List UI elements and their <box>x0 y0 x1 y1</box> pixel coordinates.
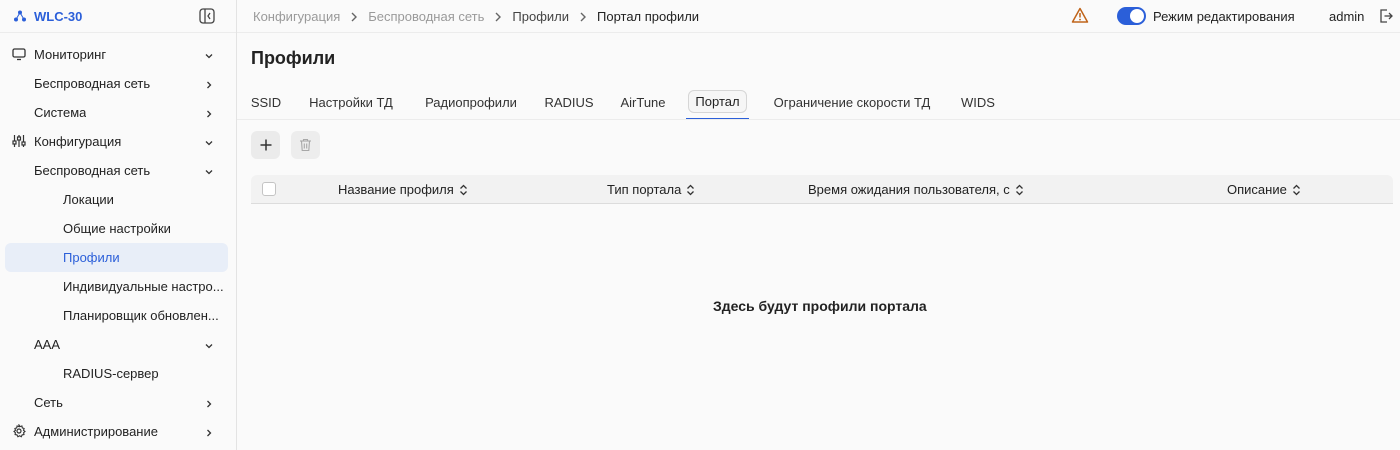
empty-state-message: Здесь будут профили портала <box>713 298 927 314</box>
sidebar-nav: Мониторинг Беспроводная сеть Система Кон… <box>0 33 236 446</box>
plus-icon <box>260 139 271 151</box>
chevron-right-icon <box>204 107 214 118</box>
username[interactable]: admin <box>1329 9 1364 24</box>
page-title: Профили <box>251 48 336 68</box>
tab-portal[interactable]: Портал <box>686 85 749 119</box>
sidebar-item-label: Общие настройки <box>63 221 171 236</box>
app-title: WLC-30 <box>34 8 83 24</box>
warning-icon[interactable] <box>1071 7 1089 24</box>
breadcrumb: Конфигурация Беспроводная сеть Профили П… <box>253 0 699 33</box>
logout-icon[interactable] <box>1378 8 1394 24</box>
edit-mode-toggle[interactable] <box>1117 7 1146 25</box>
network-logo-icon <box>13 9 27 23</box>
sort-icon <box>459 184 467 195</box>
sort-icon <box>1015 184 1023 195</box>
breadcrumb-wireless[interactable]: Беспроводная сеть <box>368 9 484 24</box>
add-profile-button[interactable] <box>251 131 280 159</box>
tab-airtune[interactable]: AirTune <box>617 85 669 119</box>
tab-wids[interactable]: WIDS <box>960 85 996 119</box>
sort-icon <box>1292 184 1300 195</box>
main-content: Конфигурация Беспроводная сеть Профили П… <box>237 0 1400 450</box>
sidebar-item-locations[interactable]: Локации <box>5 185 228 214</box>
table-header: Название профиля Тип портала Время ожида… <box>251 175 1393 204</box>
sidebar-item-label: Профили <box>63 250 120 265</box>
chevron-down-icon <box>204 49 214 59</box>
tab-label: Ограничение скорости ТД <box>773 94 931 110</box>
tab-label: SSID <box>250 94 282 110</box>
trash-icon <box>300 138 311 152</box>
chevron-right-icon <box>580 12 586 21</box>
chevron-down-icon <box>204 339 214 349</box>
sidebar-item-label: Планировщик обновлен... <box>63 308 219 323</box>
sidebar-item-label: Система <box>34 105 87 120</box>
breadcrumb-configuration[interactable]: Конфигурация <box>253 9 340 24</box>
column-label: Описание <box>1227 182 1287 197</box>
breadcrumb-current: Портал профили <box>597 9 700 24</box>
chevron-right-icon <box>204 78 214 89</box>
delete-profile-button[interactable] <box>291 131 320 159</box>
sidebar-item-label: Беспроводная сеть <box>34 163 151 178</box>
tab-ap-rate-limit[interactable]: Ограничение скорости ТД <box>767 85 937 119</box>
sidebar-item-label: Конфигурация <box>34 134 122 149</box>
column-header-description[interactable]: Описание <box>1227 182 1301 197</box>
tab-label: WIDS <box>961 94 995 110</box>
tab-radio-profiles[interactable]: Радиопрофили <box>421 85 521 119</box>
select-all-checkbox[interactable] <box>262 182 276 196</box>
top-bar: Конфигурация Беспроводная сеть Профили П… <box>237 0 1400 33</box>
edit-mode-label: Режим редактирования <box>1153 9 1295 24</box>
monitor-icon <box>11 46 27 62</box>
sidebar-item-general-settings[interactable]: Общие настройки <box>5 214 228 243</box>
sidebar-item-profiles[interactable]: Профили <box>5 243 228 272</box>
chevron-down-icon <box>204 165 214 175</box>
column-label: Тип портала <box>607 182 682 197</box>
sidebar-item-administration[interactable]: Администрирование <box>5 417 228 446</box>
tab-label: AirTune <box>620 94 666 110</box>
sidebar-item-config-wireless[interactable]: Беспроводная сеть <box>5 156 228 185</box>
tab-ap-settings[interactable]: Настройки ТД <box>305 85 397 119</box>
brand-header: WLC-30 <box>0 0 236 33</box>
gear-icon <box>11 423 27 439</box>
sidebar-item-label: Мониторинг <box>34 47 107 62</box>
sidebar-item-label: AAA <box>34 337 61 352</box>
tab-ssid[interactable]: SSID <box>251 85 281 119</box>
column-label: Время ожидания пользователя, с <box>808 182 1010 197</box>
chevron-right-icon <box>351 12 358 21</box>
tab-radius[interactable]: RADIUS <box>544 85 594 119</box>
sidebar-item-monitoring[interactable]: Мониторинг <box>5 40 228 69</box>
sort-icon <box>687 184 695 195</box>
column-header-user-timeout[interactable]: Время ожидания пользователя, с <box>808 182 1024 197</box>
sidebar-item-individual-settings[interactable]: Индивидуальные настро... <box>5 272 228 301</box>
tab-label: RADIUS <box>544 94 594 110</box>
toggle-knob <box>1130 9 1144 23</box>
sidebar-item-network[interactable]: Сеть <box>5 388 228 417</box>
column-header-profile-name[interactable]: Название профиля <box>338 182 468 197</box>
sidebar-item-radius-server[interactable]: RADIUS-сервер <box>5 359 228 388</box>
chevron-down-icon <box>204 136 214 146</box>
sidebar-item-label: Администрирование <box>34 424 158 439</box>
sliders-icon <box>11 133 27 149</box>
chevron-right-icon <box>204 426 214 437</box>
column-label: Название профиля <box>338 182 454 197</box>
profile-tabs: SSID Настройки ТД Радиопрофили RADIUS Ai… <box>237 85 1400 120</box>
sidebar: WLC-30 Мониторинг Беспроводная сеть Сист… <box>0 0 237 450</box>
sidebar-item-label: Индивидуальные настро... <box>63 279 224 294</box>
sidebar-item-update-scheduler[interactable]: Планировщик обновлен... <box>5 301 228 330</box>
sidebar-item-system[interactable]: Система <box>5 98 228 127</box>
breadcrumb-profiles[interactable]: Профили <box>512 9 569 24</box>
sidebar-item-label: Беспроводная сеть <box>34 76 151 91</box>
collapse-sidebar-icon[interactable] <box>199 8 215 24</box>
sidebar-item-configuration[interactable]: Конфигурация <box>5 127 228 156</box>
sidebar-item-aaa[interactable]: AAA <box>5 330 228 359</box>
tab-label: Радиопрофили <box>425 94 517 110</box>
tab-label: Настройки ТД <box>309 94 393 110</box>
sidebar-item-label: Локации <box>63 192 114 207</box>
tab-label: Портал <box>688 90 747 113</box>
column-header-portal-type[interactable]: Тип портала <box>607 182 695 197</box>
chevron-right-icon <box>204 397 214 408</box>
sidebar-item-monitoring-wireless[interactable]: Беспроводная сеть <box>5 69 228 98</box>
sidebar-item-label: Сеть <box>34 395 63 410</box>
sidebar-item-label: RADIUS-сервер <box>63 366 159 381</box>
chevron-right-icon <box>495 12 502 21</box>
